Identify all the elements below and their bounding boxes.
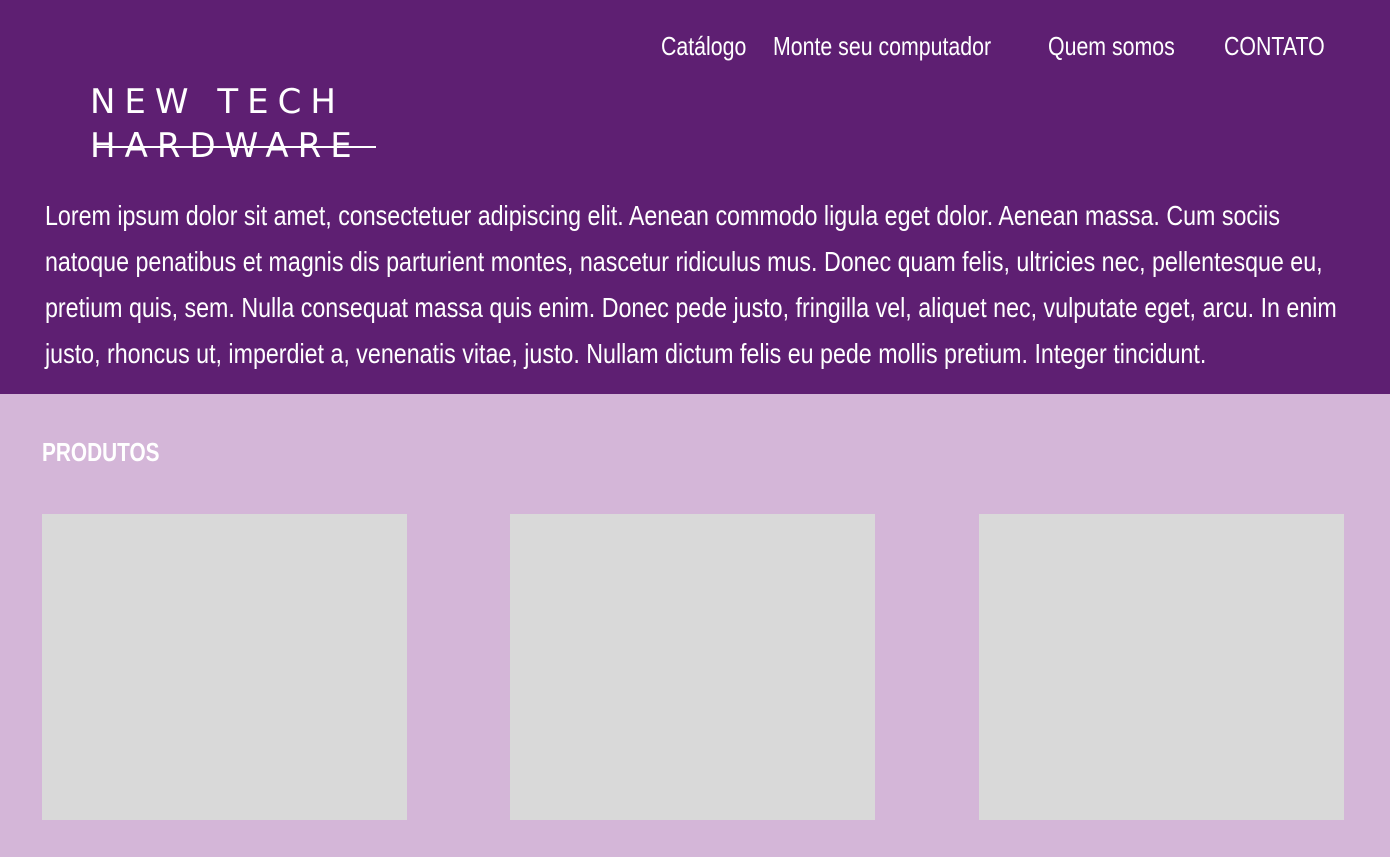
- products-heading: PRODUTOS: [42, 437, 160, 467]
- logo-strike-line: [94, 146, 376, 148]
- site-header: Catálogo Monte seu computador Quem somos…: [0, 0, 1390, 394]
- product-card[interactable]: [979, 514, 1344, 820]
- product-card[interactable]: [510, 514, 875, 820]
- nav-link-contato[interactable]: CONTATO: [1224, 28, 1325, 64]
- logo-line-1: NEW TECH: [90, 82, 345, 122]
- intro-paragraph: Lorem ipsum dolor sit amet, consectetuer…: [45, 200, 1337, 369]
- nav-link-catalogo[interactable]: Catálogo: [661, 28, 746, 64]
- product-card[interactable]: [42, 514, 407, 820]
- brand-logo[interactable]: NEW TECH HARDWARE: [90, 84, 390, 164]
- nav-link-monte-seu-computador[interactable]: Monte seu computador: [773, 28, 991, 64]
- nav-link-quem-somos[interactable]: Quem somos: [1048, 28, 1175, 64]
